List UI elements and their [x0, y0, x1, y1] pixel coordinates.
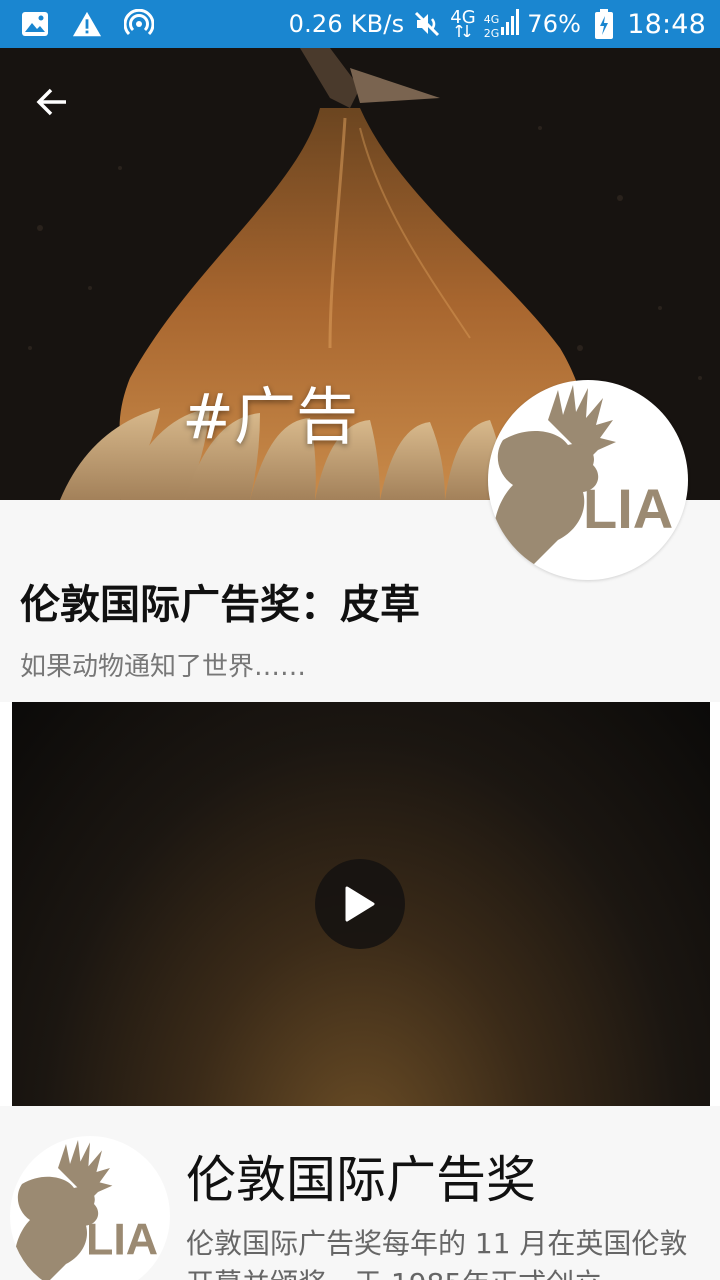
- signal-icon: [501, 7, 520, 41]
- network-type: 4G: [450, 7, 476, 28]
- play-icon: [345, 886, 375, 922]
- warning-icon: [72, 9, 102, 39]
- article-subtitle: 如果动物通知了世界……: [20, 652, 307, 682]
- clock: 18:48: [627, 8, 706, 40]
- hero-tag: #广告: [182, 380, 358, 453]
- mute-icon: [412, 9, 442, 39]
- publisher-logo[interactable]: LIA: [488, 380, 688, 580]
- network-speed: 0.26 KB/s: [288, 10, 405, 38]
- battery-percent: 76%: [527, 10, 582, 38]
- status-bar: 0.26 KB/s 4G 4G 2G 76% 18:48: [0, 0, 720, 48]
- article-title: 伦敦国际广告奖：皮草: [20, 582, 420, 628]
- back-button[interactable]: [34, 84, 78, 128]
- battery-charging-icon: [589, 9, 619, 39]
- hotspot-icon: [124, 9, 154, 39]
- video-border-left: [0, 702, 12, 1106]
- lia-logo-icon: LIA: [493, 385, 673, 580]
- arrow-left-icon: [36, 88, 66, 116]
- signal-type-small2: 2G: [483, 27, 500, 40]
- lia-logo-small-text: LIA: [86, 1214, 158, 1264]
- video-player[interactable]: [12, 702, 710, 1106]
- publisher-name: 伦敦国际广告奖: [186, 1151, 536, 1209]
- signal-type-small: 4G: [483, 13, 500, 26]
- lia-logo-text: LIA: [583, 477, 673, 540]
- video-border-right: [710, 702, 720, 1106]
- publisher-description: 伦敦国际广告奖每年的 11 月在英国伦敦开幕并颁奖，于 1985年正式创立: [186, 1227, 688, 1280]
- play-button[interactable]: [315, 859, 405, 949]
- image-icon: [20, 9, 50, 39]
